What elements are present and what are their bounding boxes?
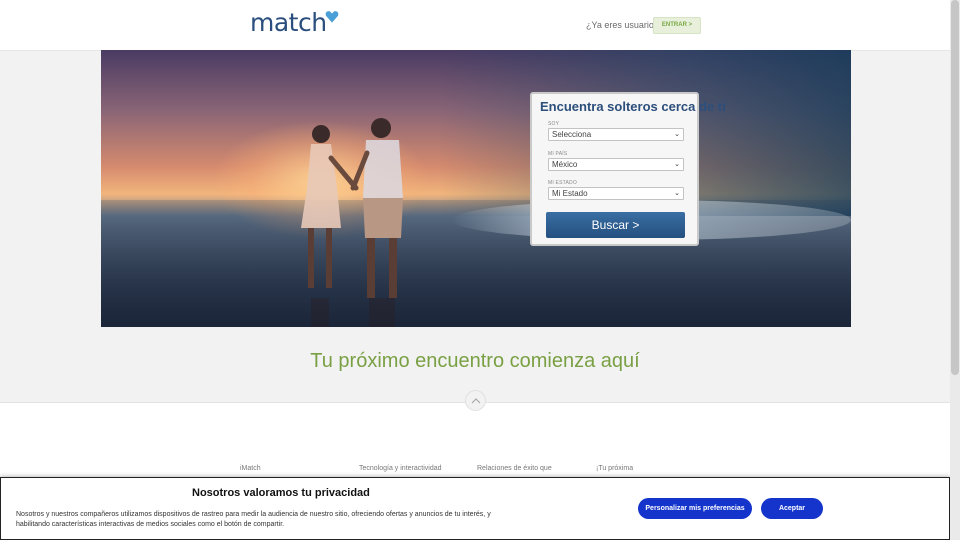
login-prompt: ¿Ya eres usuario? bbox=[586, 20, 659, 30]
scrollbar-thumb[interactable] bbox=[951, 0, 959, 375]
heart-icon bbox=[325, 11, 338, 23]
hero-image bbox=[101, 50, 851, 327]
search-card-title: Encuentra solteros cerca de ti bbox=[540, 99, 726, 114]
feature-title: iMatch bbox=[240, 465, 261, 472]
accept-cookies-button[interactable]: Aceptar bbox=[761, 498, 823, 519]
feature-title: Tecnología y interactividad bbox=[359, 465, 442, 472]
chevron-down-icon: ⌄ bbox=[674, 190, 680, 197]
state-label: MI ESTADO bbox=[548, 180, 577, 186]
chevron-up-icon bbox=[471, 398, 481, 404]
cookie-title: Nosotros valoramos tu privacidad bbox=[192, 487, 370, 499]
cookie-banner: Nosotros valoramos tu privacidad Nosotro… bbox=[0, 477, 950, 540]
customize-preferences-button[interactable]: Personalizar mis preferencias bbox=[638, 498, 752, 519]
country-select-value: México bbox=[552, 160, 578, 169]
state-select[interactable]: Mi Estado ⌄ bbox=[548, 187, 684, 200]
match-logo[interactable]: match bbox=[250, 8, 339, 38]
chevron-down-icon: ⌄ bbox=[674, 131, 680, 138]
page-tagline: Tu próximo encuentro comienza aquí bbox=[310, 350, 640, 372]
country-select[interactable]: México ⌄ bbox=[548, 158, 684, 171]
login-button[interactable]: ENTRAR > bbox=[653, 17, 701, 34]
search-card: Encuentra solteros cerca de ti SOY Selec… bbox=[530, 92, 726, 246]
logo-wordmark: match bbox=[250, 8, 327, 37]
state-select-value: Mi Estado bbox=[552, 189, 588, 198]
gender-select-value: Selecciona bbox=[552, 130, 592, 139]
scroll-up-button[interactable] bbox=[465, 390, 486, 411]
chevron-down-icon: ⌄ bbox=[674, 161, 680, 168]
search-button[interactable]: Buscar > bbox=[546, 212, 685, 238]
couple-silhouette bbox=[281, 118, 521, 327]
page-scrollbar[interactable] bbox=[950, 0, 960, 540]
country-label: MI PAÍS bbox=[548, 151, 568, 157]
gender-select[interactable]: Selecciona ⌄ bbox=[548, 128, 684, 141]
gender-label: SOY bbox=[548, 121, 560, 127]
cookie-body: Nosotros y nuestros compañeros utilizamo… bbox=[16, 511, 491, 528]
feature-title: ¡Tu próxima bbox=[596, 465, 634, 472]
site-header: match ¿Ya eres usuario? ENTRAR > bbox=[0, 0, 950, 51]
feature-title: Relaciones de éxito que bbox=[477, 465, 552, 472]
